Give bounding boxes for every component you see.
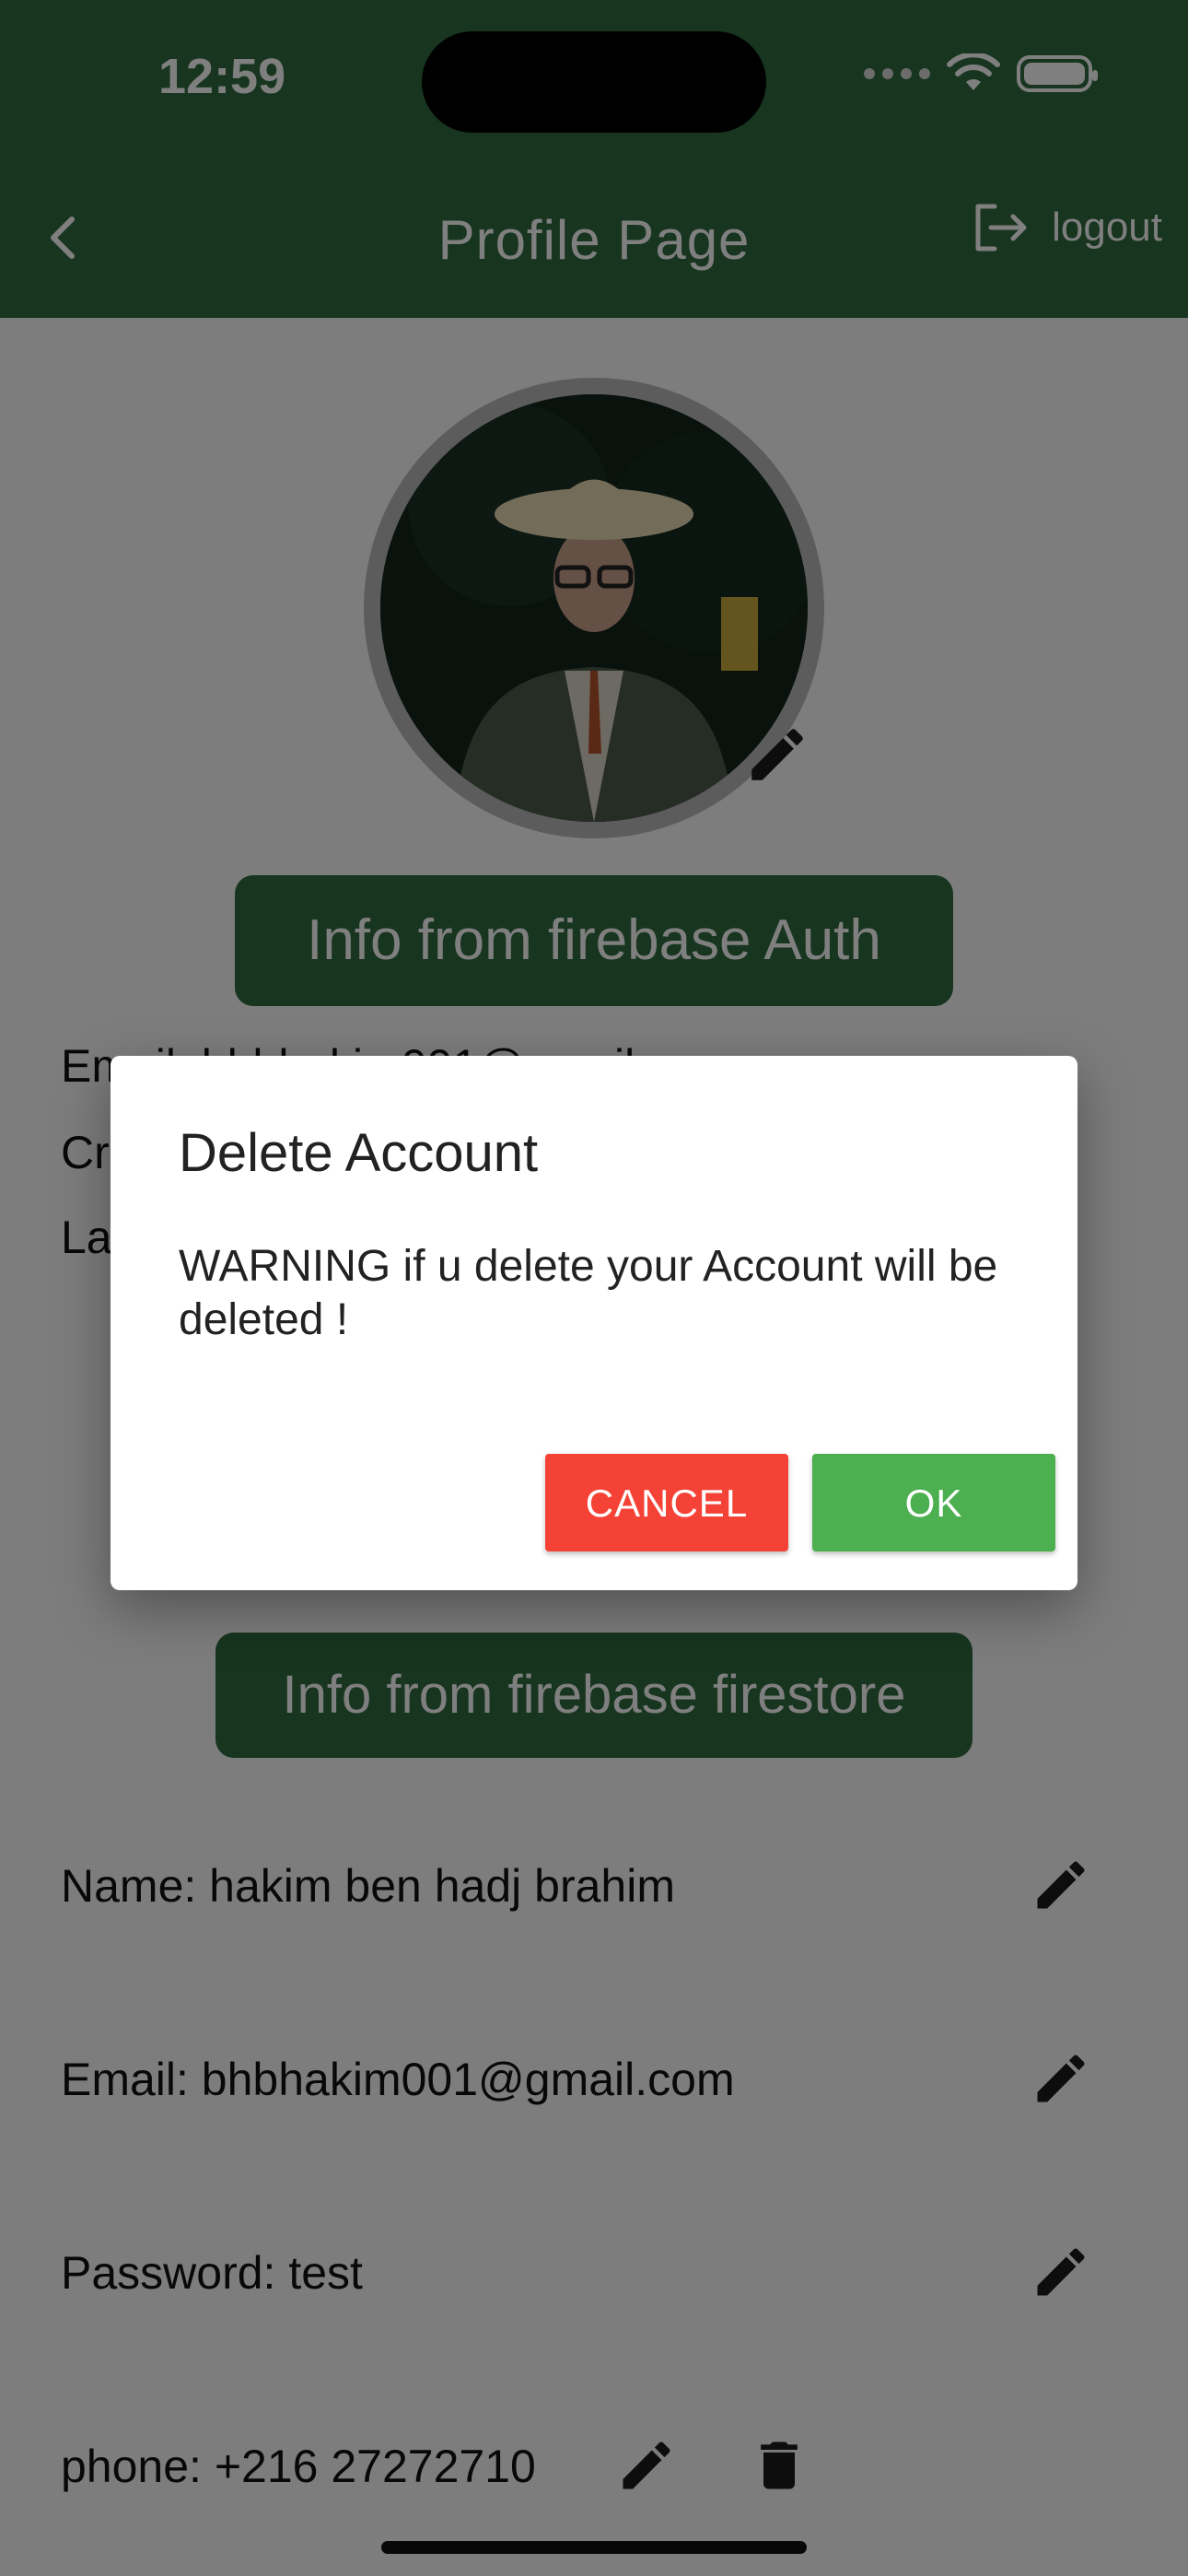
delete-account-dialog: Delete Account WARNING if u delete your … — [111, 1056, 1077, 1590]
cancel-button[interactable]: CANCEL — [545, 1454, 788, 1551]
dialog-message: WARNING if u delete your Account will be… — [179, 1242, 998, 1344]
dialog-title: Delete Account — [179, 1123, 539, 1183]
ok-button[interactable]: OK — [812, 1454, 1055, 1551]
